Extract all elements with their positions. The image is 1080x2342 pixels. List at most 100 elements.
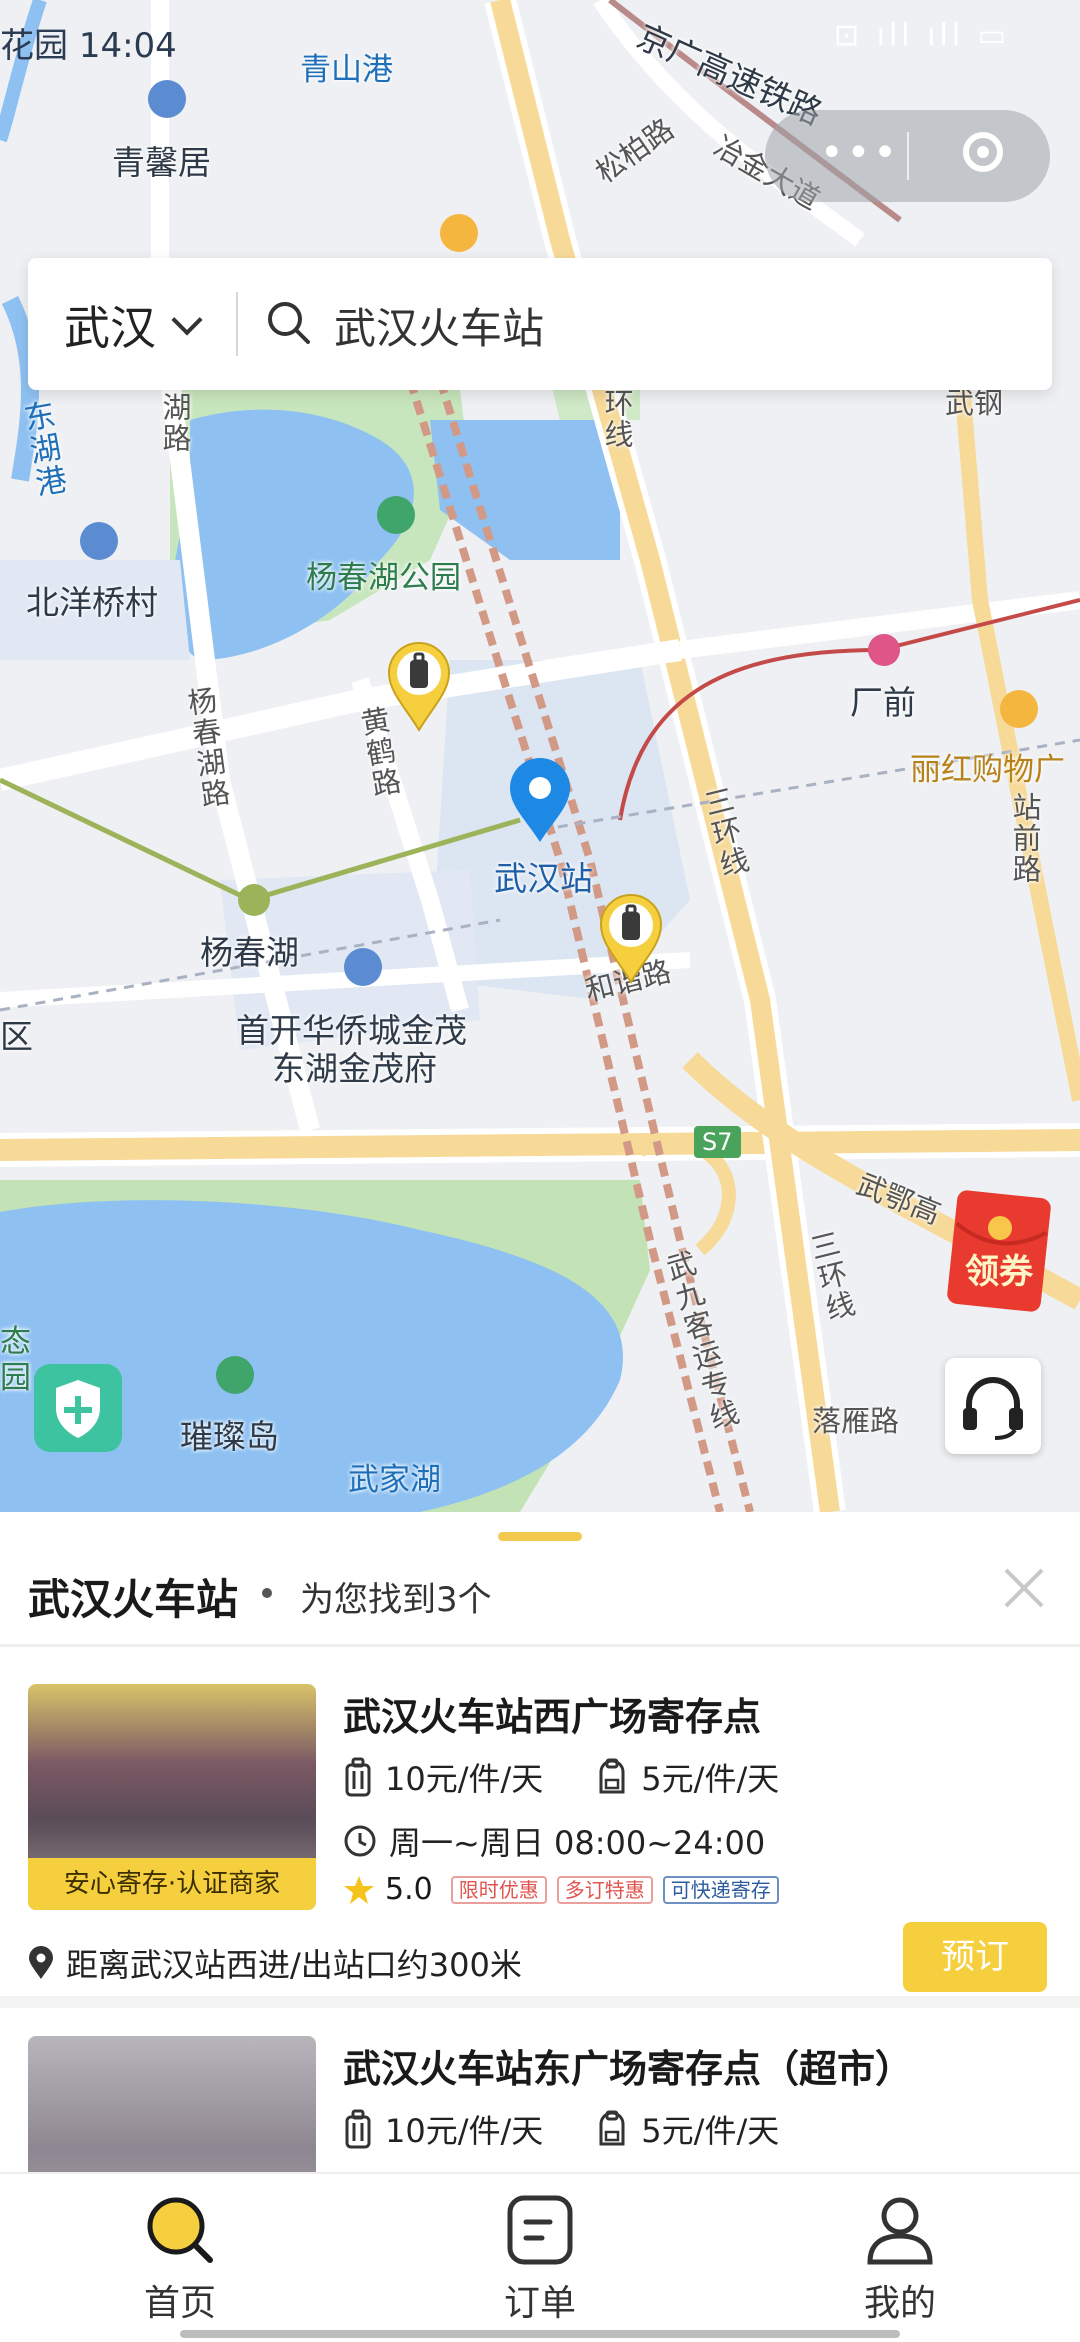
price-small-text: 5元/件/天	[641, 1760, 780, 1798]
customer-service-button[interactable]	[945, 1358, 1041, 1454]
map-label: 武汉站	[494, 859, 593, 898]
store-name: 武汉火车站西广场寄存点	[343, 1695, 762, 1739]
location-marker-icon	[29, 1946, 53, 1979]
city-selector[interactable]: 武汉	[64, 292, 203, 358]
tab-profile-label: 我的	[863, 2283, 936, 2324]
close-miniprogram-icon[interactable]	[963, 132, 1003, 172]
search-icon	[268, 302, 310, 344]
store-card[interactable]: 安心寄存·认证商家 武汉火车站西广场寄存点 10元/件/天 5元/件/天 周一~…	[0, 1672, 1080, 1992]
coupon-label: 领券	[965, 1252, 1033, 1292]
map-view[interactable]: 青山港 青馨居 京广高速铁路 松柏路 冶金大道 武钢 东湖港 环线 湖路 杨春湖…	[0, 0, 1080, 1512]
price-row: 10元/件/天 5元/件/天	[343, 1754, 779, 1800]
close-icon[interactable]	[1000, 1564, 1048, 1612]
safety-shield-button[interactable]	[34, 1364, 122, 1452]
search-input[interactable]	[332, 286, 1016, 364]
price-row: 10元/件/天 5元/件/天	[343, 2106, 779, 2152]
status-icons: ⊡ ıll ıll ▭	[833, 18, 1010, 53]
mini-program-capsule: •••	[765, 110, 1050, 202]
tab-bar: 首页 订单 我的	[0, 2172, 1080, 2342]
map-label: 青馨居	[112, 143, 211, 182]
distance-row: 距离武汉站西进/出站口约300米	[28, 1940, 522, 1986]
backpack-icon	[599, 2110, 625, 2146]
store-name: 武汉火车站东广场寄存点（超市）	[343, 2047, 914, 2091]
tab-profile[interactable]: 我的	[820, 2192, 980, 2326]
price-large: 10元/件/天	[343, 2106, 543, 2152]
backpack-icon	[599, 1758, 625, 1794]
results-sheet: 武汉火车站 为您找到3个 安心寄存·认证商家 武汉火车站西广场寄存点 10元/件…	[0, 1512, 1080, 2262]
suitcase-icon	[345, 1757, 371, 1797]
storage-pin-icon[interactable]	[386, 640, 452, 732]
clock-icon	[344, 1825, 376, 1857]
tag-express: 可快递寄存	[662, 1875, 779, 1904]
title-separator-dot	[262, 1588, 272, 1598]
map-label: 杨春湖公园	[306, 560, 461, 596]
rating-row: 5.0 限时优惠 多订特惠 可快递寄存	[343, 1872, 779, 1907]
hours-row: 周一~周日 08:00~24:00	[343, 1818, 765, 1864]
storage-pin-icon[interactable]	[598, 892, 664, 984]
headset-icon	[963, 1377, 1023, 1440]
store-photo: 安心寄存·认证商家	[28, 1684, 316, 1910]
map-label: 东湖金茂府	[272, 1049, 437, 1088]
drag-handle[interactable]	[498, 1532, 582, 1541]
map-label: 丽红购物广	[910, 752, 1065, 788]
tab-home[interactable]: 首页	[100, 2192, 260, 2326]
order-list-icon	[507, 2195, 573, 2265]
book-button[interactable]: 预订	[903, 1922, 1047, 1992]
coupon-button[interactable]: 领券	[944, 1188, 1054, 1314]
poi-house-icon	[148, 80, 186, 118]
capsule-divider	[907, 132, 909, 180]
poi-shop-icon	[440, 214, 478, 252]
tag-limited-offer: 限时优惠	[450, 1875, 547, 1904]
poi-metro-icon	[238, 884, 270, 916]
price-small: 5元/件/天	[595, 1754, 779, 1800]
price-large-text: 10元/件/天	[385, 2112, 544, 2150]
rating-value: 5.0	[385, 1872, 433, 1907]
tab-home-label: 首页	[143, 2283, 216, 2324]
map-label: 厂前	[850, 683, 916, 722]
map-label: 璀璨岛	[180, 1417, 279, 1456]
status-bar: 花园 14:04 ⊡ ıll ıll ▭	[0, 0, 1080, 72]
price-small-text: 5元/件/天	[641, 2112, 780, 2150]
tab-orders-label: 订单	[503, 2283, 576, 2324]
price-small: 5元/件/天	[595, 2106, 779, 2152]
shield-icon	[56, 1380, 100, 1438]
chevron-down-icon	[171, 304, 203, 336]
map-label: 杨春湖	[200, 933, 299, 972]
star-icon	[344, 1875, 374, 1904]
results-title: 武汉火车站	[28, 1575, 239, 1624]
tag-multi-order: 多订特惠	[556, 1875, 653, 1904]
search-divider	[236, 292, 238, 356]
status-clock: 14:04	[78, 26, 177, 66]
poi-house-icon	[344, 948, 382, 986]
home-search-icon	[147, 2197, 213, 2263]
map-label: 北洋桥村	[26, 583, 158, 622]
map-label: 武家湖	[348, 1462, 441, 1498]
price-large: 10元/件/天	[343, 1754, 543, 1800]
tab-orders[interactable]: 订单	[460, 2192, 620, 2326]
search-bar: 武汉	[28, 258, 1052, 390]
poi-scenic-icon	[216, 1356, 254, 1394]
poi-shop-icon	[1000, 690, 1038, 728]
map-label: 湖路	[158, 392, 192, 454]
profile-icon	[867, 2197, 933, 2265]
sheet-divider	[0, 1644, 1080, 1647]
poi-house-icon	[80, 522, 118, 560]
highway-shield-s7: S7	[694, 1126, 741, 1158]
hours-text: 周一~周日 08:00~24:00	[389, 1824, 766, 1862]
location-pin-icon[interactable]	[508, 756, 572, 844]
poi-metro-icon	[868, 634, 900, 666]
more-icon[interactable]: •••	[820, 130, 900, 176]
map-label: 园	[0, 1360, 31, 1396]
price-large-text: 10元/件/天	[385, 1760, 544, 1798]
status-left-text: 花园	[0, 26, 68, 66]
map-label: 站前路	[1008, 792, 1042, 885]
map-label: 环线	[600, 388, 634, 450]
map-label: 区	[0, 1017, 33, 1056]
home-indicator	[180, 2330, 900, 2338]
suitcase-icon	[345, 2109, 371, 2149]
distance-text: 距离武汉站西进/出站口约300米	[66, 1946, 522, 1984]
store-card[interactable]: 武汉火车站东广场寄存点（超市） 10元/件/天 5元/件/天	[0, 2024, 1080, 2262]
status-time: 花园 14:04	[0, 18, 177, 67]
map-label: 落雁路	[812, 1404, 900, 1438]
results-count: 为您找到3个	[300, 1580, 492, 1620]
